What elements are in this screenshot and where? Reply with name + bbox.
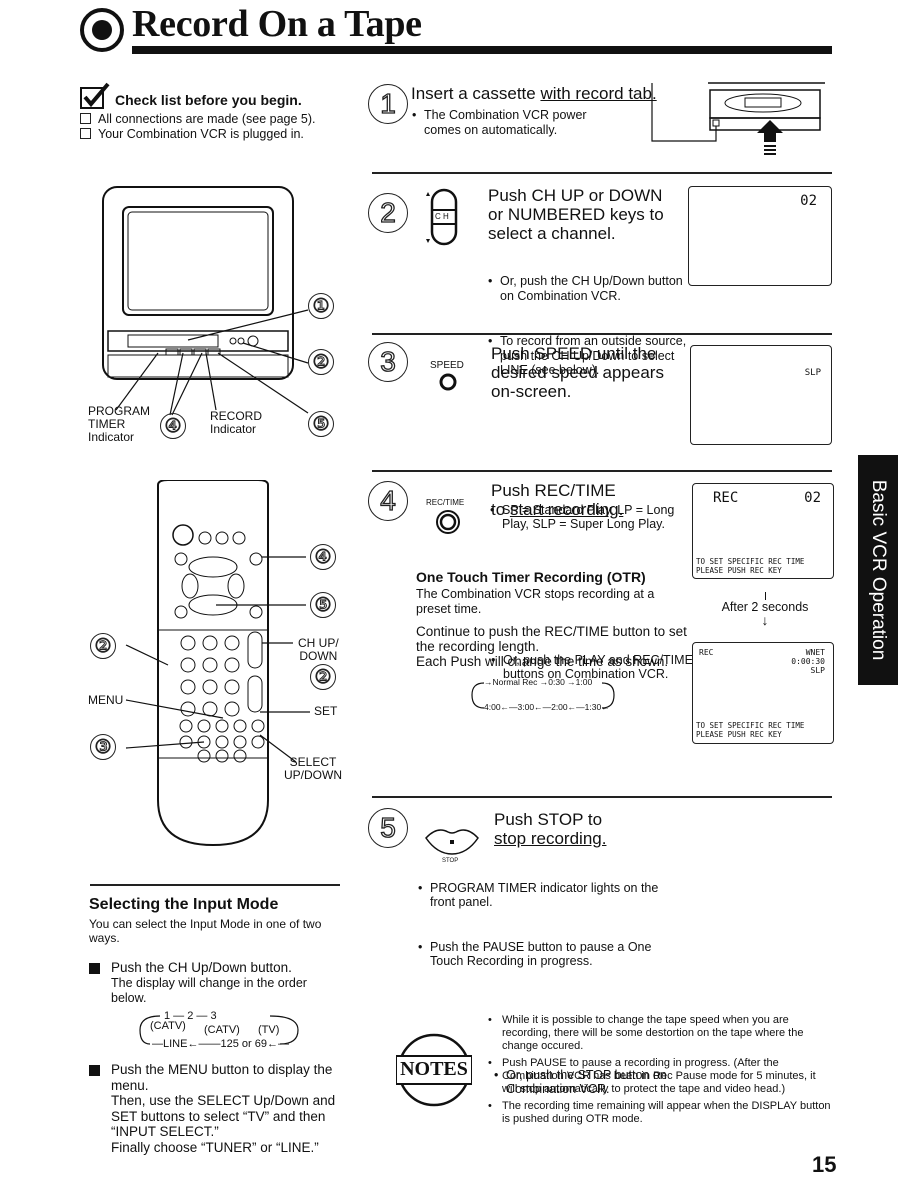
page-number: 15 — [812, 1152, 837, 1177]
rec-screen: REC 02 TO SET SPECIFIC REC TIME PLEASE P… — [692, 483, 834, 579]
remote-callout-speed: ③ — [90, 734, 116, 760]
step-5-title: Push STOP to stop recording. — [494, 810, 607, 848]
checkbox-icon — [80, 113, 91, 124]
otr-bullet: PROGRAM TIMER indicator lights on the fr… — [418, 881, 660, 910]
program-timer-label: PROGRAM TIMER Indicator — [88, 404, 151, 444]
arrow-down-icon: ↓ — [761, 612, 769, 628]
otr-screen: REC WNET 0:00:30 SLP TO SET SPECIFIC REC… — [692, 642, 834, 744]
otr-time-cycle: →Normal Rec →0:30 →1:00 4:00←—3:00←—2:00… — [468, 675, 648, 715]
checklist-title: Check list before you begin. — [115, 92, 302, 108]
screen-channel: 02 — [800, 193, 817, 209]
step-4-number: 4 — [368, 481, 408, 521]
remote-diagram: ④ ⑤ ② CH UP/DOWN ② MENU SET ③ SELECT UP/D… — [88, 479, 350, 850]
checkbox-icon — [80, 127, 91, 139]
record-indicator-label: RECORD Indicator — [210, 409, 263, 436]
channel-screen: 02 — [688, 186, 832, 286]
otr-bullet: Push the PAUSE button to pause a One Tou… — [418, 940, 660, 969]
notes-list: While it is possible to change the tape … — [488, 1014, 833, 1130]
cycle-top: →Normal Rec →0:30 →1:00 — [484, 677, 593, 687]
after-2-seconds-label: After 2 seconds ↓ — [700, 592, 830, 628]
step-3-title: Push SPEED until the desired speed appear… — [491, 344, 664, 401]
callout-5: ⑤ — [308, 411, 334, 437]
square-bullet-icon — [89, 1065, 100, 1076]
speed-button-icon: SPEED — [428, 360, 478, 396]
checklist-item: All connections are made (see page 5). — [80, 112, 350, 127]
note-item: Push PAUSE to pause a recording in progr… — [488, 1057, 833, 1096]
remote-callout-numbers: ② — [90, 633, 116, 659]
step-1-title: Insert a cassette with record tab. — [411, 84, 657, 103]
callout-4: ④ — [160, 413, 186, 439]
remote-callout-ch: ② — [310, 664, 336, 690]
checklist: Check list before you begin. All connect… — [80, 82, 350, 141]
step-divider — [372, 172, 832, 174]
note-item: While it is possible to change the tape … — [488, 1014, 833, 1053]
rec-time-button-icon: REC/TIME — [424, 498, 474, 538]
step-divider — [372, 333, 832, 335]
speed-screen: SLP — [690, 345, 832, 445]
title-rule — [132, 46, 832, 54]
step-5-number: 5 — [368, 808, 408, 848]
input-mode-title: Selecting the Input Mode — [89, 896, 279, 913]
step-4-title: Push REC/TIME to start recording. — [491, 481, 624, 519]
record-target-icon — [80, 8, 124, 52]
input-method-1: Push the CH Up/Down button. The display … — [89, 960, 339, 1005]
checklist-item: Your Combination VCR is plugged in. — [80, 127, 350, 142]
section-tab: Basic VCR Operation — [858, 455, 898, 685]
note-item: The recording time remaining will appear… — [488, 1100, 833, 1126]
page-title: Record On a Tape — [132, 3, 422, 45]
menu-label: MENU — [88, 693, 124, 707]
step-2-title: Push CH UP or DOWN or NUMBERED keys to sel… — [488, 186, 664, 243]
ch-updown-label: CH UP/DOWN — [298, 636, 339, 663]
callout-1: ① — [308, 293, 334, 319]
select-updown-label: SELECT UP/DOWN — [284, 755, 342, 782]
set-label: SET — [314, 704, 338, 718]
step-2-bullet: Or, push the CH Up/Down button on Combin… — [488, 274, 690, 303]
checkmark-icon — [80, 82, 110, 109]
ch-button-icon: C H — [424, 188, 460, 248]
section-divider — [90, 884, 340, 886]
otr-title: One Touch Timer Recording (OTR) — [416, 569, 646, 585]
remote-callout-stop: ⑤ — [310, 592, 336, 618]
step-3-number: 3 — [368, 342, 408, 382]
square-bullet-icon — [89, 963, 100, 974]
step-1-number: 1 — [368, 84, 408, 124]
screen-speed: SLP — [804, 368, 821, 378]
tv-diagram: ① ② ④ ⑤ PROGRAM TIMER Indicator RECORD Indi… — [88, 185, 348, 450]
stop-button-icon: STOP — [422, 826, 482, 866]
input-cycle-diagram: 1 — 2 — 3 (CATV) (CATV) (TV) —LINE←——125… — [130, 1010, 310, 1052]
step-divider — [372, 796, 832, 798]
callout-2: ② — [308, 349, 334, 375]
otr-desc: The Combination VCR stops recording at a… — [416, 587, 655, 616]
cassette-insert-illustration — [650, 78, 830, 158]
remote-callout-rec: ④ — [310, 544, 336, 570]
cycle-bottom: 4:00←—3:00←—2:00←—1:30← — [484, 702, 610, 712]
notes-badge: NOTES — [395, 1032, 473, 1108]
step-1-bullet: The Combination VCR power comes on autom… — [412, 108, 614, 137]
otr-continue: Continue to push the REC/TIME button to … — [416, 624, 687, 669]
step-2-number: 2 — [368, 193, 408, 233]
input-method-2: Push the MENU button to display the menu… — [89, 1062, 349, 1155]
step-divider — [372, 470, 832, 472]
input-mode-intro: You can select the Input Mode in one of … — [89, 917, 322, 945]
